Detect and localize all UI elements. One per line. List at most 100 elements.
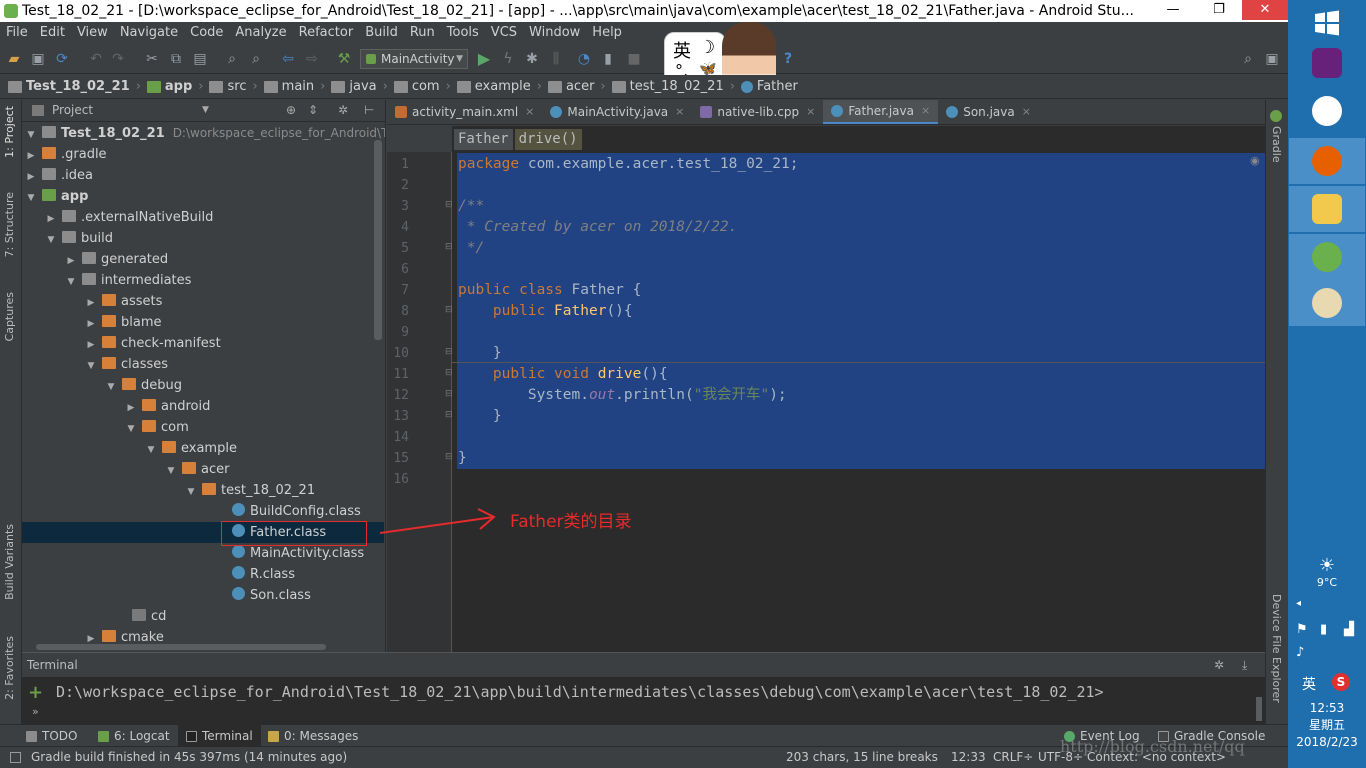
tree-item[interactable]: cd xyxy=(22,606,384,627)
tab-favorites[interactable]: 2: Favorites xyxy=(3,636,16,700)
tool-windows-icon[interactable] xyxy=(10,752,21,763)
tab-gradle[interactable]: Gradle xyxy=(1270,126,1283,163)
line-separator[interactable]: CRLF÷ xyxy=(993,747,1033,768)
tray-expand-icon[interactable]: ◂ xyxy=(1296,598,1301,609)
menu-navigate[interactable]: Navigate xyxy=(114,22,184,44)
breadcrumb-class[interactable]: Father xyxy=(454,128,513,150)
nav-crumb-project[interactable]: Test_18_02_21 › xyxy=(8,79,141,94)
tree-item[interactable]: ▶ .idea xyxy=(22,165,384,186)
close-icon[interactable]: × xyxy=(921,99,930,123)
gear-icon[interactable]: ✲ xyxy=(338,100,348,121)
weather-widget[interactable]: ☀ 9°C xyxy=(1288,555,1366,589)
taskbar-app-tree[interactable] xyxy=(1289,88,1365,134)
find-icon[interactable]: ⌕ xyxy=(224,51,240,67)
tree-item[interactable]: ▼ example xyxy=(22,438,384,459)
tree-item[interactable]: Son.class xyxy=(22,585,384,606)
maximize-button[interactable]: ❐ xyxy=(1196,0,1242,20)
more-sessions-icon[interactable]: » xyxy=(32,705,39,718)
menu-help[interactable]: Help xyxy=(586,22,628,44)
close-button[interactable]: ✕ xyxy=(1242,0,1288,20)
tree-item[interactable]: ▼ test_18_02_21 xyxy=(22,480,384,501)
debug-icon[interactable]: ✱ xyxy=(524,51,540,67)
tray-ime-label[interactable]: 英 xyxy=(1302,674,1316,694)
chevron-down-icon[interactable]: ▼ xyxy=(202,100,209,121)
tab-logcat[interactable]: 6: Logcat xyxy=(98,725,170,747)
flag-icon[interactable]: ⚑ xyxy=(1296,622,1308,637)
caret-position[interactable]: 12:33 xyxy=(951,747,986,768)
tab-main-activity-java[interactable]: MainActivity.java × xyxy=(542,100,692,124)
nav-crumb-father[interactable]: Father xyxy=(740,79,798,94)
apply-changes-icon[interactable]: ϟ xyxy=(500,51,516,67)
save-icon[interactable]: ▣ xyxy=(30,51,46,67)
menu-run[interactable]: Run xyxy=(404,22,441,44)
tab-father-java[interactable]: Father.java × xyxy=(823,99,939,124)
menu-vcs[interactable]: VCS xyxy=(485,22,523,44)
eye-icon[interactable]: ◉ xyxy=(1250,154,1260,167)
tab-activity-main-xml[interactable]: activity_main.xml × xyxy=(387,100,542,124)
nav-crumb-app[interactable]: app › xyxy=(146,79,203,94)
taskbar-app-paint[interactable] xyxy=(1289,280,1365,326)
hide-panel-icon[interactable]: ⊢ xyxy=(364,100,374,121)
run-configuration-select[interactable]: MainActivity ▼ xyxy=(360,49,468,69)
vertical-scrollbar[interactable] xyxy=(374,140,382,340)
back-icon[interactable]: ⇦ xyxy=(280,51,296,67)
tree-item[interactable]: ▶ .gradle xyxy=(22,144,384,165)
tab-structure[interactable]: 7: Structure xyxy=(3,192,16,257)
tree-item[interactable]: ▼ acer xyxy=(22,459,384,480)
profile-icon[interactable]: ◔ xyxy=(576,51,592,67)
tree-item[interactable]: ▼ intermediates xyxy=(22,270,384,291)
signal-icon[interactable]: ▟ xyxy=(1344,622,1354,637)
clock[interactable]: 12:53 星期五 2018/2/23 xyxy=(1288,700,1366,751)
terminal-panel[interactable]: Terminal ✲ ⤓ + » D:\workspace_eclipse_fo… xyxy=(22,652,1265,724)
copy-icon[interactable]: ⧉ xyxy=(168,51,184,67)
menu-view[interactable]: View xyxy=(71,22,114,44)
user-icon[interactable]: ▣ xyxy=(1264,51,1280,67)
tree-item[interactable]: MainActivity.class xyxy=(22,543,384,564)
replace-icon[interactable]: ⌕ xyxy=(248,51,264,67)
search-everywhere-icon[interactable]: ⌕ xyxy=(1240,51,1256,67)
menu-code[interactable]: Code xyxy=(184,22,229,44)
tree-root[interactable]: ▼ Test_18_02_21 D:\workspace_eclipse_for_A… xyxy=(22,123,385,144)
taskbar-app-explorer[interactable] xyxy=(1289,186,1365,232)
menu-analyze[interactable]: Analyze xyxy=(229,22,292,44)
sogou-ime-icon[interactable]: S xyxy=(1332,673,1350,691)
sync-scroll-icon[interactable]: ⊕ xyxy=(286,100,296,121)
tree-item[interactable]: ▶ generated xyxy=(22,249,384,270)
tab-device-file-explorer[interactable]: Device File Explorer xyxy=(1270,594,1283,703)
open-folder-icon[interactable]: ▰ xyxy=(6,51,22,67)
stop-icon[interactable]: ■ xyxy=(626,51,642,67)
run-tests-icon[interactable]: ▮ xyxy=(600,51,616,67)
taskbar-app-android-studio[interactable] xyxy=(1289,234,1365,280)
tree-item[interactable]: ▶ .externalNativeBuild xyxy=(22,207,384,228)
gear-icon[interactable]: ✲ xyxy=(1214,653,1224,677)
nav-crumb-com[interactable]: com › xyxy=(393,79,451,94)
taskbar-app-visual-studio[interactable] xyxy=(1289,40,1365,86)
tab-terminal[interactable]: Terminal xyxy=(178,725,261,747)
nav-crumb-package[interactable]: test_18_02_21 › xyxy=(611,79,735,94)
sync-icon[interactable]: ⟳ xyxy=(54,51,70,67)
menu-window[interactable]: Window xyxy=(523,22,586,44)
redo-icon[interactable]: ↷ xyxy=(110,51,126,67)
run-icon[interactable]: ▶ xyxy=(476,51,492,67)
tab-messages[interactable]: 0: Messages xyxy=(268,725,358,747)
menu-tools[interactable]: Tools xyxy=(441,22,485,44)
tab-build-variants[interactable]: Build Variants xyxy=(3,524,16,600)
tree-item[interactable]: ▼ build xyxy=(22,228,384,249)
taskbar-app-firefox[interactable] xyxy=(1289,138,1365,184)
tab-captures[interactable]: Captures xyxy=(3,292,16,341)
tree-item[interactable]: ▼ debug xyxy=(22,375,384,396)
code-editor[interactable]: package com.example.acer.test_18_02_21; … xyxy=(452,152,1265,652)
volume-icon[interactable]: ♪ xyxy=(1296,645,1304,660)
close-icon[interactable]: × xyxy=(525,100,534,124)
help-icon[interactable]: ? xyxy=(780,51,796,67)
nav-crumb-acer[interactable]: acer › xyxy=(547,79,606,94)
close-icon[interactable]: × xyxy=(675,100,684,124)
breadcrumb-method[interactable]: drive() xyxy=(514,128,582,150)
close-icon[interactable]: × xyxy=(806,100,815,124)
nav-crumb-main[interactable]: main › xyxy=(263,79,325,94)
cut-icon[interactable]: ✂ xyxy=(144,51,160,67)
nav-crumb-example[interactable]: example › xyxy=(456,79,542,94)
tree-item[interactable]: R.class xyxy=(22,564,384,585)
new-session-button[interactable]: + xyxy=(28,682,43,703)
tab-son-java[interactable]: Son.java × xyxy=(938,100,1039,124)
